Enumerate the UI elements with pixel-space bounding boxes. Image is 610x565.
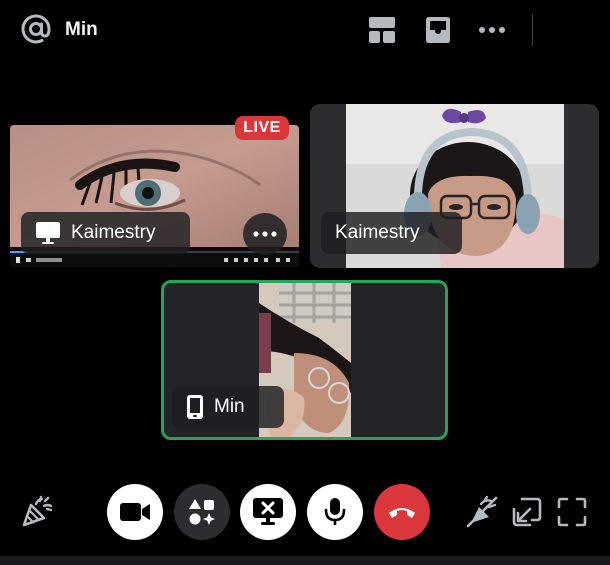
soundboard-button[interactable] [19,494,55,530]
stop-screenshare-icon [253,498,283,525]
activities-icon [189,499,215,525]
activities-button[interactable] [174,484,230,540]
camera-icon [120,503,150,521]
channel-title: Min [65,19,98,40]
live-badge: LIVE [235,116,289,140]
pop-out-button[interactable] [509,494,545,530]
stream-name: Kaimestry [71,222,156,243]
stream-more-button[interactable] [243,213,287,255]
camera-button[interactable] [107,484,163,540]
grid-layout-icon [369,17,395,43]
monitor-icon [36,222,60,244]
self-name: Min [214,396,245,417]
inbox-icon [426,17,450,43]
camera-name: Kaimestry [335,222,420,243]
hang-up-icon [389,508,415,518]
noise-suppression-button[interactable] [464,494,500,530]
camera-name-tag: Kaimestry [321,212,462,254]
self-name-tag: Min [172,386,284,428]
hang-up-button[interactable] [374,484,430,540]
layout-button[interactable] [366,14,398,46]
self-tile[interactable]: Min [161,280,448,440]
more-icon [479,27,505,33]
microphone-button[interactable] [307,484,363,540]
call-header: Min [0,0,610,60]
phone-icon [187,395,203,419]
microphone-icon [324,498,346,525]
noise-suppression-off-icon [466,495,498,528]
stop-screenshare-button[interactable] [240,484,296,540]
more-icon [253,231,277,237]
party-popper-icon [22,495,53,527]
inbox-button[interactable] [422,14,454,46]
camera-tile[interactable]: Kaimestry [310,104,599,268]
stream-name-tag: Kaimestry [21,212,190,254]
more-options-button[interactable] [476,14,508,46]
fullscreen-icon [557,497,587,527]
at-icon [21,14,51,44]
header-divider [532,14,533,46]
picture-in-picture-icon [512,497,542,527]
window-bottom-edge [0,556,610,565]
fullscreen-button[interactable] [554,494,590,530]
